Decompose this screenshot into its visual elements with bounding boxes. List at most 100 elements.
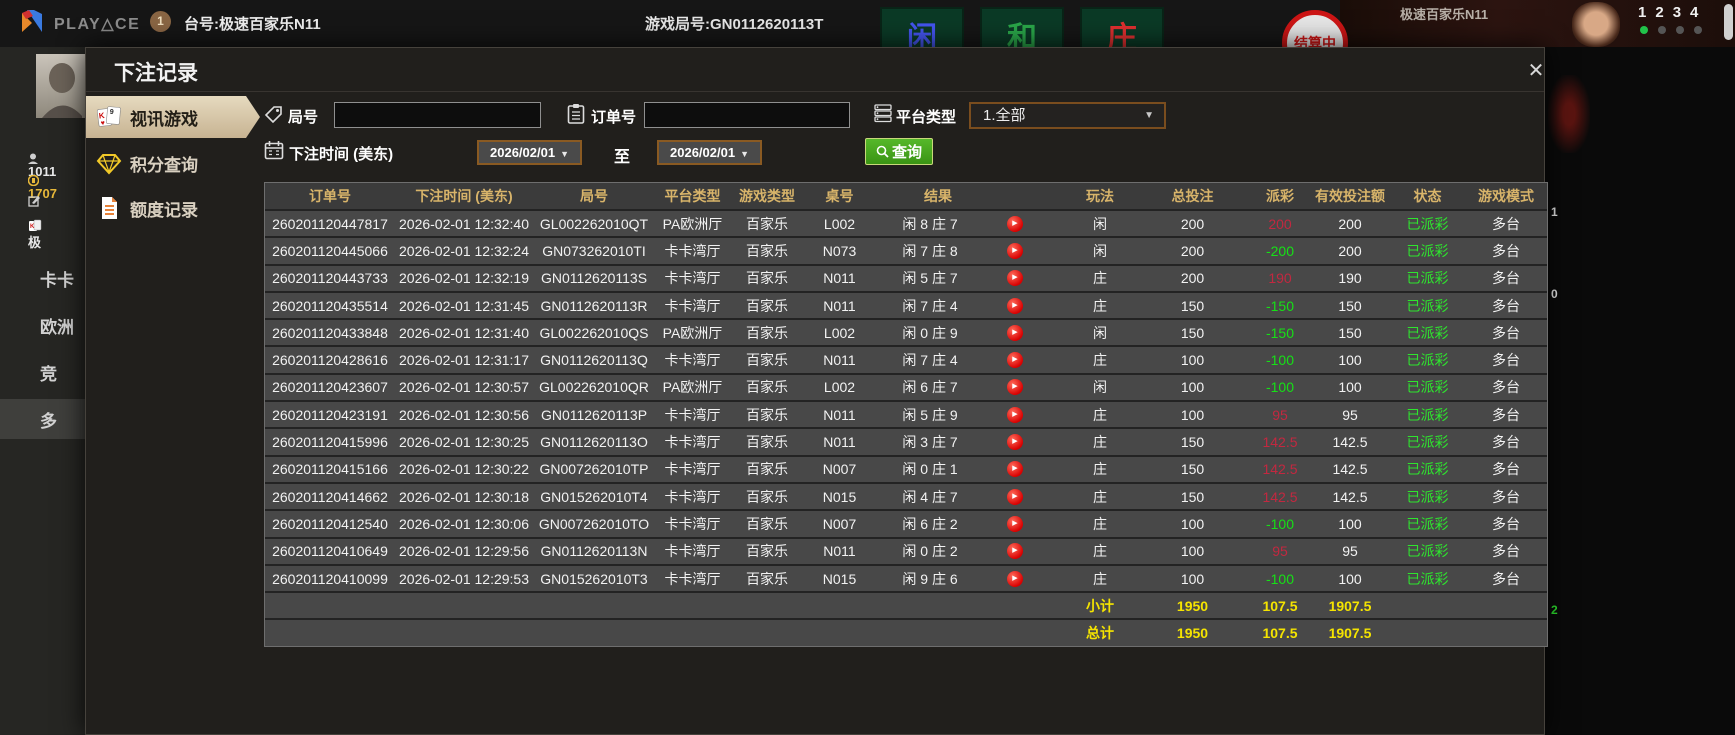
bet-zone-2[interactable]: 和 — [980, 7, 1064, 47]
cell-table-id: N011 — [823, 352, 856, 369]
play-replay-icon[interactable]: ▶ — [1007, 297, 1023, 314]
video-remnant — [1548, 75, 1590, 153]
cell-result: 闲 5 庄 9 ▶ — [875, 402, 1065, 427]
camera-number[interactable]: 1 — [1638, 4, 1646, 21]
user-avatar[interactable] — [36, 54, 85, 118]
lobby-menu-item[interactable]: 欧洲 — [0, 305, 85, 345]
table-row: 260201120410099 2026-02-01 12:29:53 GN0152… — [265, 563, 1547, 592]
pencil-icon — [28, 196, 40, 207]
play-replay-icon[interactable]: ▶ — [1007, 406, 1023, 423]
play-replay-icon[interactable]: ▶ — [1007, 324, 1023, 341]
modal-title: 下注记录 — [114, 62, 198, 85]
table-row: 260201120410649 2026-02-01 12:29:56 GN0112… — [265, 536, 1547, 564]
gem-icon — [96, 154, 122, 175]
date-from-picker[interactable]: 2026/02/01 — [477, 140, 582, 165]
camera-number[interactable]: 2 — [1655, 4, 1663, 21]
scrollbar-thumb[interactable] — [1724, 4, 1733, 40]
cell-table-id: L002 — [823, 215, 856, 232]
play-replay-icon[interactable]: ▶ — [1007, 543, 1023, 560]
cell-status: 已派彩 — [1406, 297, 1449, 314]
table-row: 260201120412540 2026-02-01 12:30:06 GN0072… — [265, 509, 1547, 537]
bet-zone-3[interactable]: 庄 — [1080, 7, 1164, 47]
cell-bet-time: 2026-02-01 12:31:40 — [399, 324, 529, 341]
lobby-menu-item[interactable]: 竞 — [0, 352, 85, 392]
tab-video-games[interactable]: 9 K ♥ 视讯游戏 — [86, 96, 260, 138]
game-round-label: 游戏局号:GN0112620113T — [645, 16, 824, 33]
cell-payout: 95 — [1272, 543, 1288, 560]
column-header: 玩法 — [1086, 188, 1114, 204]
cell-order-id: 260201120423607 — [272, 379, 388, 396]
camera-number[interactable]: 3 — [1673, 4, 1681, 21]
round-input[interactable] — [334, 102, 541, 128]
total-row: 总计 1950 107.5 1907.5 — [265, 618, 1547, 646]
cell-play-type: 庄 — [1093, 434, 1107, 451]
empty-cell — [804, 593, 875, 618]
play-replay-icon[interactable]: ▶ — [1007, 488, 1023, 505]
play-replay-icon[interactable]: ▶ — [1007, 434, 1023, 451]
cell-valid-bet: 142.5 — [1332, 434, 1368, 451]
cell-table-id: N011 — [823, 434, 856, 451]
user-icon — [28, 153, 38, 164]
cell-game-type: 百家乐 — [746, 570, 788, 587]
cell-round-id: GN007262010TO — [538, 515, 650, 532]
cell-order-id: 260201120410099 — [272, 570, 388, 587]
cell-order-id: 260201120435514 — [272, 297, 388, 314]
cell-table-id: N015 — [822, 488, 857, 505]
empty-cell — [395, 620, 533, 645]
tab-points-query[interactable]: 积分查询 — [86, 143, 246, 183]
tab-quota-records[interactable]: 额度记录 — [86, 188, 246, 228]
cell-valid-bet: 100 — [1338, 379, 1362, 396]
order-input[interactable] — [644, 102, 850, 128]
play-replay-icon[interactable]: ▶ — [1007, 352, 1023, 369]
cell-play-type: 庄 — [1093, 270, 1107, 287]
result-text: 闲 8 庄 7 — [902, 215, 958, 232]
play-replay-icon[interactable]: ▶ — [1007, 242, 1023, 259]
cell-status: 已派彩 — [1406, 515, 1449, 532]
column-header: 平台类型 — [664, 188, 721, 204]
table-row: 260201120423191 2026-02-01 12:30:56 GN0112… — [265, 400, 1547, 428]
cell-round-id: GN0112620113P — [540, 406, 648, 423]
cell-round-id: GN015262010T3 — [540, 570, 648, 587]
search-button[interactable]: 查询 — [865, 138, 933, 165]
cell-total-bet: 150 — [1180, 461, 1205, 478]
cell-play-type: 庄 — [1093, 488, 1107, 505]
platform-select[interactable]: 1.全部 — [969, 102, 1166, 129]
lobby-menu-item[interactable]: 卡卡 — [0, 258, 85, 298]
play-replay-icon[interactable]: ▶ — [1007, 461, 1023, 478]
play-replay-icon[interactable]: ▶ — [1007, 270, 1023, 287]
play-replay-icon[interactable]: ▶ — [1007, 570, 1023, 587]
cell-round-id: GN007262010TP — [539, 461, 649, 478]
cell-platform: 卡卡湾厅 — [664, 406, 721, 423]
playace-logo-icon — [22, 10, 42, 32]
cell-round-id: GN0112620113N — [540, 543, 648, 560]
edge-digit: 0 — [1551, 287, 1558, 301]
bet-zone-1[interactable]: 闲 — [880, 7, 964, 47]
cell-payout: -150 — [1265, 297, 1295, 314]
empty-cell — [730, 593, 804, 618]
result-text: 闲 0 庄 1 — [902, 461, 958, 478]
order-filter-label: 订单号 — [591, 109, 637, 126]
lobby-menu-item[interactable]: 多 — [0, 399, 85, 439]
camera-number[interactable]: 4 — [1690, 4, 1698, 21]
table-number-label: 台号:极速百家乐N11 — [184, 16, 321, 33]
play-replay-icon[interactable]: ▶ — [1007, 515, 1023, 532]
close-icon[interactable]: ✕ — [1524, 59, 1548, 83]
search-button-label: 查询 — [891, 144, 922, 161]
cell-game-type: 百家乐 — [746, 242, 788, 259]
subtotal-row: 小计 1950 107.5 1907.5 — [265, 591, 1547, 619]
cell-order-id: 260201120412540 — [272, 515, 388, 532]
edit-row-fragment[interactable] — [28, 195, 40, 207]
cell-order-id: 260201120414662 — [272, 488, 388, 505]
result-text: 闲 7 庄 8 — [902, 242, 958, 259]
video-game-fragment[interactable]: K 极 — [28, 219, 42, 251]
play-replay-icon[interactable]: ▶ — [1007, 379, 1023, 396]
date-to-picker[interactable]: 2026/02/01 — [657, 140, 762, 165]
column-header: 游戏类型 — [739, 188, 795, 204]
svg-text:♥: ♥ — [100, 120, 105, 127]
cell-game-type: 百家乐 — [746, 379, 788, 396]
play-replay-icon[interactable]: ▶ — [1007, 215, 1023, 232]
coin-icon — [28, 175, 39, 186]
cell-status: 已派彩 — [1406, 352, 1449, 369]
cell-status: 已派彩 — [1406, 270, 1449, 287]
empty-cell — [875, 620, 1065, 645]
